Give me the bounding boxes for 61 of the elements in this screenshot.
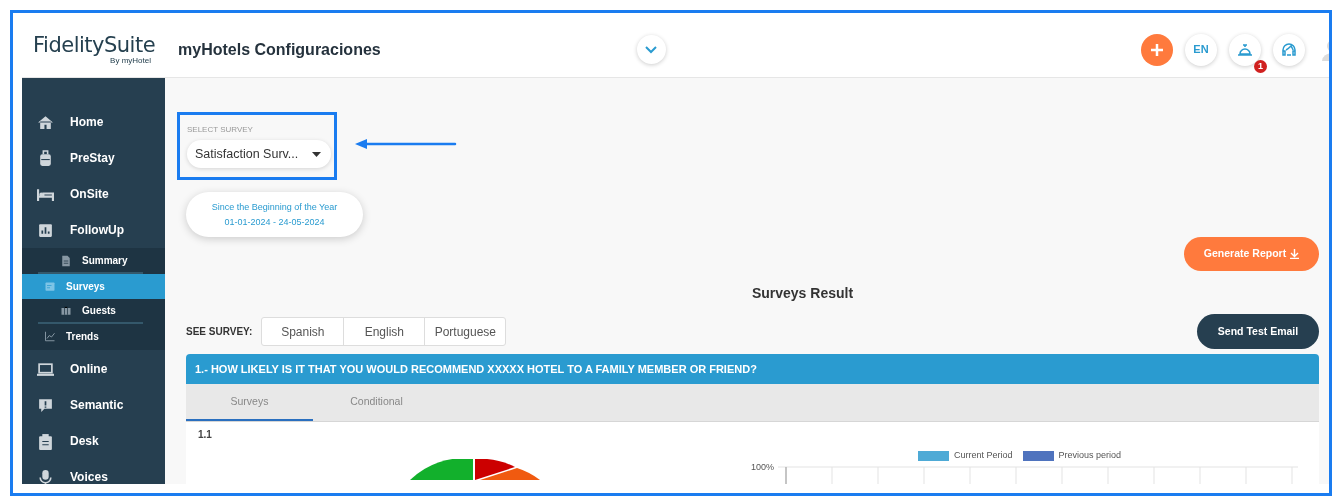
sidebar-item[interactable]: PreStay bbox=[22, 140, 165, 176]
submenu-item[interactable]: Trends bbox=[22, 324, 165, 349]
sidebar-item-label: FollowUp bbox=[70, 222, 124, 239]
logo: FidelitySuite bbox=[33, 34, 156, 56]
suitcase-icon bbox=[60, 304, 72, 317]
period-range: 01-01-2024 - 24-05-2024 bbox=[224, 216, 325, 228]
download-icon bbox=[1290, 249, 1300, 259]
language-option[interactable]: English bbox=[343, 318, 425, 345]
axis-tick-label: 100% bbox=[751, 461, 775, 474]
dropdown-button[interactable] bbox=[636, 35, 666, 64]
sidebar-item-label: PreStay bbox=[70, 150, 115, 167]
question-title: 1.- HOW LIKELY IS IT THAT YOU WOULD RECOMMEND XXXXX HOTEL TO A FAMILY MEMBER OR FRIEND? bbox=[186, 354, 1319, 384]
microphone-icon bbox=[37, 468, 54, 484]
submenu-item-label: Summary bbox=[82, 254, 128, 268]
sidebar-item[interactable]: FollowUp bbox=[22, 212, 165, 248]
sidebar-item[interactable]: OnSite bbox=[22, 176, 165, 212]
sidebar-item-label: Home bbox=[70, 114, 104, 131]
caret-icon bbox=[312, 151, 321, 157]
send-test-email-button[interactable]: Send Test Email bbox=[1197, 314, 1319, 349]
submenu-item-label: Guests bbox=[82, 304, 116, 318]
chevron-down-icon bbox=[645, 45, 658, 54]
legend-label: Current Period bbox=[954, 449, 1013, 462]
plus-icon bbox=[1150, 42, 1164, 57]
alert-message-icon bbox=[37, 396, 54, 414]
service-bell-icon bbox=[1237, 42, 1253, 57]
sidebar-item[interactable]: Online bbox=[22, 351, 165, 387]
sidebar-item-label: Online bbox=[70, 361, 108, 378]
line-chart-icon bbox=[44, 330, 56, 343]
notification-badge: 1 bbox=[1254, 59, 1267, 73]
submenu-item-label: Trends bbox=[66, 330, 99, 344]
add-button[interactable] bbox=[1141, 33, 1173, 66]
section-title: Surveys Result bbox=[750, 284, 855, 302]
subquestion-label: 1.1 bbox=[198, 428, 213, 442]
headset-icon bbox=[1281, 41, 1297, 58]
document-icon bbox=[60, 254, 72, 267]
support-button[interactable] bbox=[1273, 33, 1305, 66]
page-title: myHotels Configuraciones bbox=[178, 39, 381, 60]
see-survey-label: SEE SURVEY: bbox=[186, 325, 253, 339]
sidebar-item[interactable]: Semantic bbox=[22, 387, 165, 423]
sidebar-item[interactable]: Home bbox=[22, 104, 165, 140]
sidebar-item-label: OnSite bbox=[70, 186, 109, 203]
sidebar-item[interactable]: Voices bbox=[22, 459, 165, 484]
language-option[interactable]: Spanish bbox=[262, 318, 344, 345]
form-icon bbox=[44, 280, 56, 293]
period-label: Since the Beginning of the Year bbox=[211, 201, 338, 213]
sidebar-item[interactable]: Desk bbox=[22, 423, 165, 459]
field-label: SELECT SURVEY bbox=[187, 125, 254, 135]
legend-label: Previous period bbox=[1058, 449, 1122, 462]
submenu-item[interactable]: Guests bbox=[38, 299, 143, 324]
sidebar-item-label: Semantic bbox=[70, 397, 124, 414]
logo-byline: By myHotel bbox=[110, 56, 151, 65]
laptop-icon bbox=[37, 360, 54, 378]
clipboard-icon bbox=[37, 432, 54, 450]
home-icon bbox=[37, 113, 54, 131]
language-option[interactable]: Portuguese bbox=[424, 318, 506, 345]
submenu-item-label: Surveys bbox=[66, 280, 105, 294]
sidebar-item-label: Desk bbox=[70, 433, 99, 450]
luggage-icon bbox=[37, 149, 54, 167]
sidebar-item-label: Voices bbox=[70, 469, 108, 484]
survey-dropdown[interactable]: Satisfaction Surv... bbox=[187, 140, 331, 168]
bar-chart-icon bbox=[37, 221, 54, 239]
